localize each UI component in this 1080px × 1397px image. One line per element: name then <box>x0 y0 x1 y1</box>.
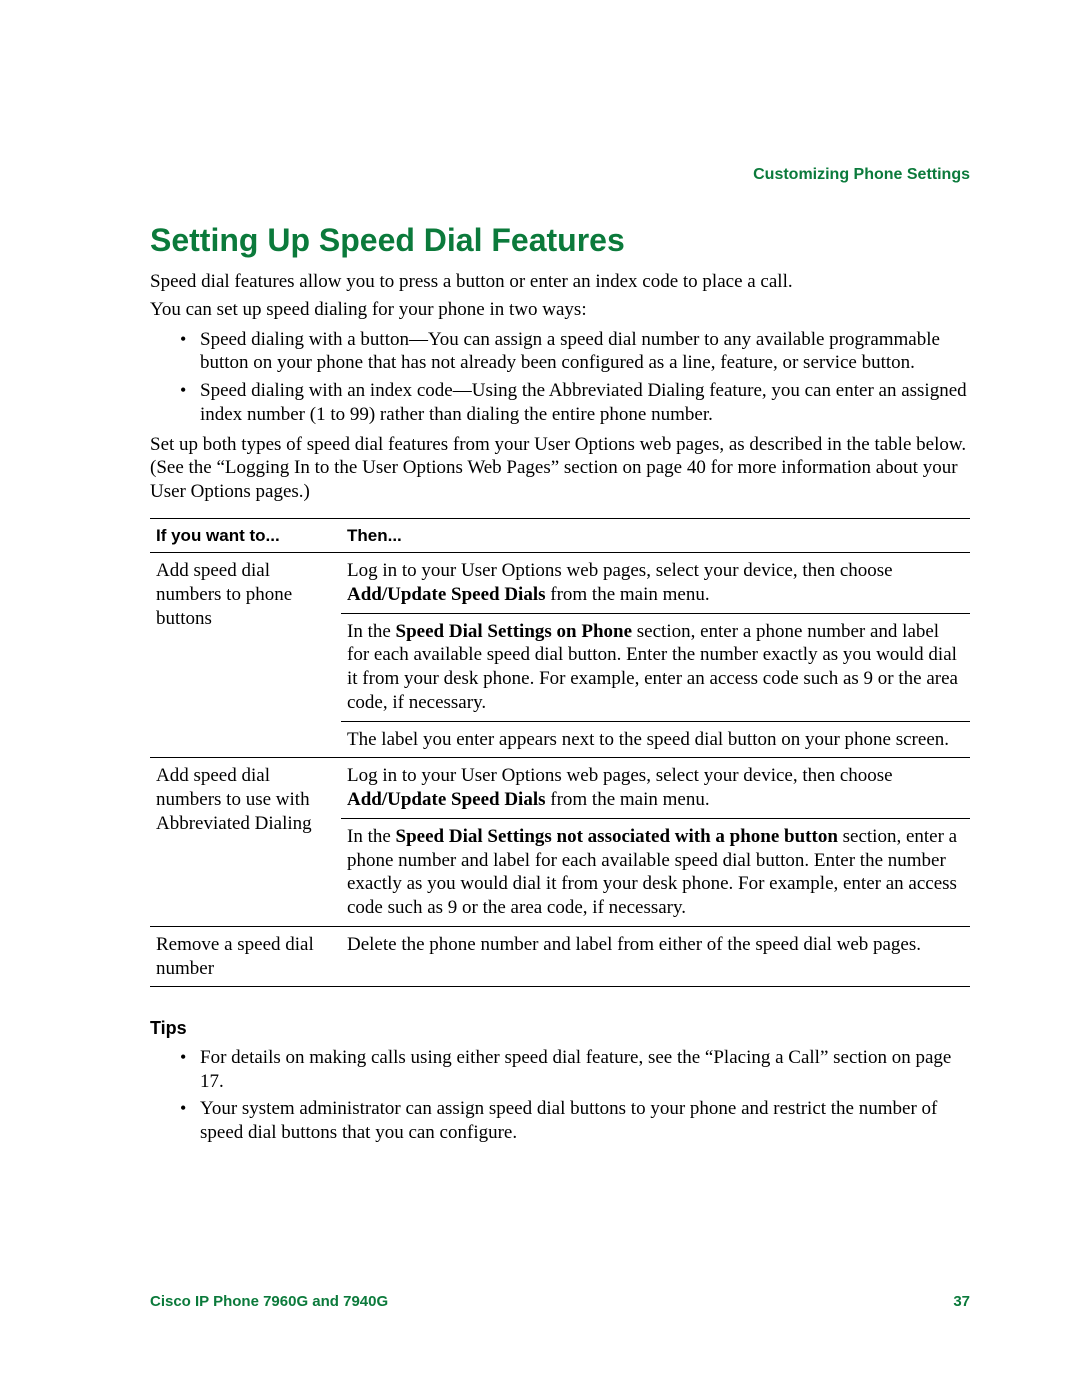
document-page: Customizing Phone Settings Setting Up Sp… <box>0 0 1080 1397</box>
intro-paragraph-3: Set up both types of speed dial features… <box>150 433 970 504</box>
table-header-right: Then... <box>341 518 970 552</box>
table-cell-left: Remove a speed dial number <box>150 926 341 987</box>
section-header: Customizing Phone Settings <box>753 165 970 185</box>
page-title: Setting Up Speed Dial Features <box>150 220 970 260</box>
page-footer: Cisco IP Phone 7960G and 7940G 37 <box>150 1293 970 1312</box>
table-header-left: If you want to... <box>150 518 341 552</box>
cell-text-bold: Speed Dial Settings on Phone <box>396 621 632 642</box>
cell-text: Delete the phone number and label from e… <box>347 934 921 955</box>
cell-text: from the main menu. <box>546 584 710 605</box>
cell-text: The label you enter appears next to the … <box>347 729 949 750</box>
table-cell-right: Log in to your User Options web pages, s… <box>341 758 970 819</box>
main-content: Setting Up Speed Dial Features Speed dia… <box>150 220 970 1145</box>
table-cell-right: Delete the phone number and label from e… <box>341 926 970 987</box>
table-header-row: If you want to... Then... <box>150 518 970 552</box>
tips-bullet-list: For details on making calls using either… <box>150 1046 970 1145</box>
cell-text: In the <box>347 621 396 642</box>
instructions-table: If you want to... Then... Add speed dial… <box>150 518 970 988</box>
intro-bullet-item: Speed dialing with an index code—Using t… <box>150 379 970 427</box>
intro-paragraph-1: Speed dial features allow you to press a… <box>150 270 970 294</box>
tips-bullet-item: Your system administrator can assign spe… <box>150 1097 970 1145</box>
table-cell-right: In the Speed Dial Settings not associate… <box>341 818 970 926</box>
table-row: Remove a speed dial number Delete the ph… <box>150 926 970 987</box>
table-cell-right: The label you enter appears next to the … <box>341 721 970 758</box>
intro-bullet-item: Speed dialing with a button—You can assi… <box>150 328 970 376</box>
tips-bullet-item: For details on making calls using either… <box>150 1046 970 1094</box>
table-row: Add speed dial numbers to phone buttons … <box>150 553 970 614</box>
footer-left: Cisco IP Phone 7960G and 7940G <box>150 1293 388 1312</box>
cell-text: Log in to your User Options web pages, s… <box>347 765 893 786</box>
table-cell-right: In the Speed Dial Settings on Phone sect… <box>341 613 970 721</box>
cell-text-bold: Add/Update Speed Dials <box>347 584 546 605</box>
cell-text-bold: Add/Update Speed Dials <box>347 789 546 810</box>
table-cell-left: Add speed dial numbers to use with Abbre… <box>150 758 341 927</box>
cell-text-bold: Speed Dial Settings not associated with … <box>396 826 838 847</box>
cell-text: In the <box>347 826 396 847</box>
tips-heading: Tips <box>150 1017 970 1040</box>
table-row: Add speed dial numbers to use with Abbre… <box>150 758 970 819</box>
intro-bullet-list: Speed dialing with a button—You can assi… <box>150 328 970 427</box>
table-cell-right: Log in to your User Options web pages, s… <box>341 553 970 614</box>
footer-page-number: 37 <box>953 1293 970 1312</box>
cell-text: from the main menu. <box>546 789 710 810</box>
cell-text: Log in to your User Options web pages, s… <box>347 560 893 581</box>
table-cell-left: Add speed dial numbers to phone buttons <box>150 553 341 758</box>
intro-paragraph-2: You can set up speed dialing for your ph… <box>150 298 970 322</box>
